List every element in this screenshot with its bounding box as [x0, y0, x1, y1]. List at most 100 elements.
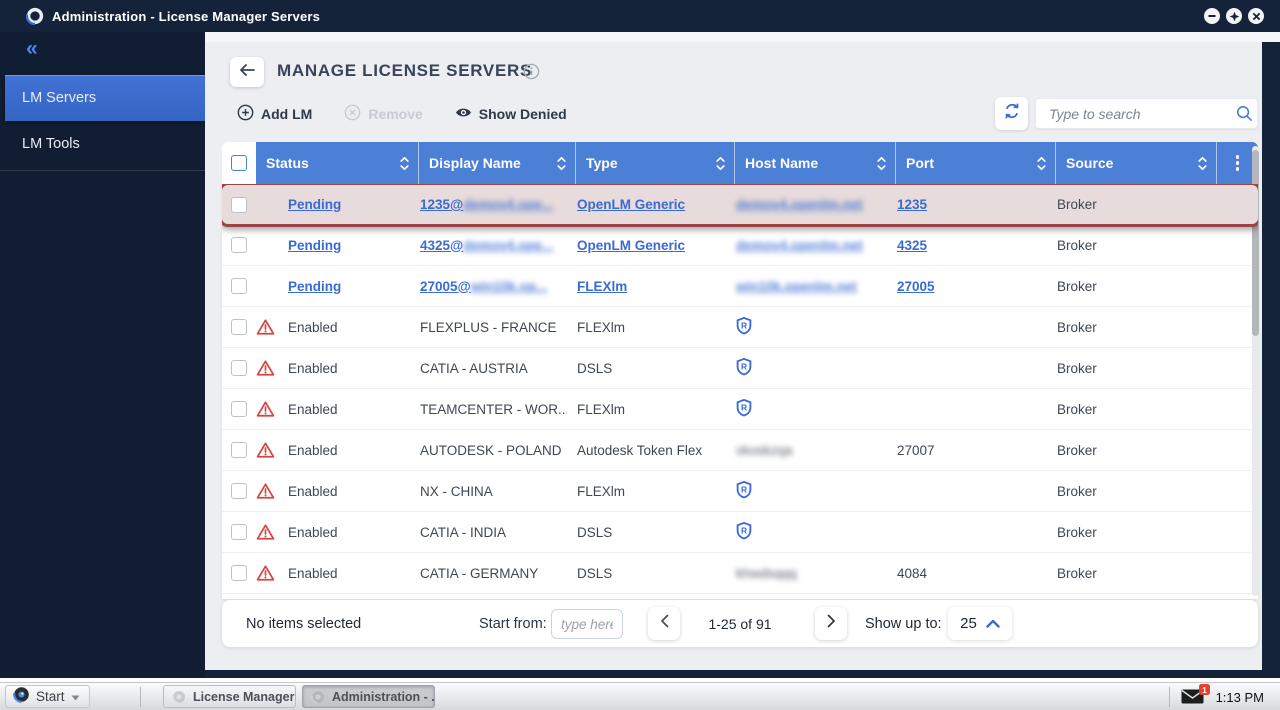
row-checkbox[interactable] — [231, 278, 247, 294]
column-header-host-name[interactable]: Host Name — [735, 142, 896, 184]
source-text: Broker — [1057, 525, 1097, 540]
start-button[interactable]: Start — [5, 685, 90, 708]
display-name-text[interactable]: 27005@win10k.op... — [420, 279, 547, 294]
page-size-select[interactable]: 25 — [948, 607, 1012, 640]
close-button[interactable] — [1248, 8, 1264, 24]
type-text[interactable]: FLEXlm — [577, 279, 627, 294]
minimize-button[interactable] — [1204, 8, 1220, 24]
status-text[interactable]: Pending — [288, 279, 341, 294]
table-row[interactable]: Pending 27005@win10k.op... FLEXlm win10k.op… — [222, 266, 1258, 307]
sidebar-item-label: LM Servers — [22, 90, 96, 106]
row-checkbox[interactable] — [231, 565, 247, 581]
add-lm-button[interactable]: Add LM — [237, 104, 312, 124]
row-checkbox[interactable] — [231, 319, 247, 335]
row-checkbox[interactable] — [231, 360, 247, 376]
taskbar-task-license-manager[interactable]: License Manager -... — [163, 685, 296, 708]
table-row[interactable]: EnabledAUTODESK - POLANDAutodesk Token F… — [222, 430, 1258, 471]
sidebar-item-lm-servers[interactable]: LM Servers — [5, 75, 205, 121]
type-text[interactable]: OpenLM Generic — [577, 197, 685, 212]
type-cell: FLEXlm — [567, 471, 726, 511]
host-name-cell: R — [726, 389, 887, 429]
column-header-status[interactable]: Status — [256, 142, 419, 184]
column-label: Display Name — [429, 155, 521, 171]
sort-icon[interactable] — [715, 155, 726, 172]
column-header-type[interactable]: Type — [576, 142, 735, 184]
display-name-text[interactable]: 4325@demov4.ope... — [420, 238, 553, 253]
row-checkbox[interactable] — [231, 483, 247, 499]
status-text: Enabled — [288, 402, 338, 417]
caret-down-icon — [71, 688, 80, 706]
status-text[interactable]: Pending — [288, 197, 341, 212]
display-name-text[interactable]: 1235@demov4.ope... — [420, 197, 553, 212]
app-logo-icon — [13, 686, 30, 708]
table-row[interactable]: Pending 4325@demov4.ope... OpenLM Generic d… — [222, 225, 1258, 266]
next-page-button[interactable] — [815, 607, 847, 640]
search-input[interactable] — [1036, 106, 1236, 122]
type-cell: DSLS — [567, 553, 726, 593]
collapse-sidebar-icon[interactable]: « — [26, 38, 38, 59]
port-cell: 4325 — [887, 225, 1047, 265]
display-name-main: CATIA - AUSTRIA — [420, 361, 528, 376]
row-checkbox[interactable] — [231, 401, 247, 417]
show-denied-button[interactable]: Show Denied — [455, 106, 567, 122]
row-checkbox[interactable] — [231, 442, 247, 458]
status-cell: Enabled — [247, 348, 410, 388]
table-row[interactable]: EnabledFLEXPLUS - FRANCEFLEXlmRBroker — [222, 307, 1258, 348]
start-from-input[interactable] — [551, 609, 623, 639]
sort-icon[interactable] — [556, 155, 567, 172]
info-icon[interactable] — [523, 63, 540, 85]
row-checkbox[interactable] — [231, 524, 247, 540]
status-cell: Enabled — [247, 471, 410, 511]
table-row[interactable]: EnabledCATIA - GERMANYDSLSkhwdsqqq4084Br… — [222, 553, 1258, 594]
type-text[interactable]: OpenLM Generic — [577, 238, 685, 253]
row-checkbox[interactable] — [231, 237, 247, 253]
search-icon[interactable] — [1236, 105, 1253, 122]
port-text[interactable]: 1235 — [897, 197, 927, 212]
table-row[interactable]: EnabledNX - CHINAFLEXlmRBroker — [222, 471, 1258, 512]
status-text[interactable]: Pending — [288, 238, 341, 253]
port-text[interactable]: 27005 — [897, 279, 935, 294]
port-text[interactable]: 4325 — [897, 238, 927, 253]
host-name-cell: demov4.openlm.net — [726, 185, 887, 224]
table-row[interactable]: EnabledCATIA - AUSTRIADSLSRBroker — [222, 348, 1258, 389]
scrollbar-thumb[interactable] — [1252, 150, 1259, 336]
table-row[interactable]: EnabledTEAMCENTER - WOR...FLEXlmRBroker — [222, 389, 1258, 430]
refresh-button[interactable] — [995, 97, 1028, 130]
column-header-display-name[interactable]: Display Name — [419, 142, 576, 184]
sort-icon[interactable] — [1036, 155, 1047, 172]
table-row[interactable]: EnabledCATIA - INDIADSLSRBroker — [222, 512, 1258, 553]
row-menu-cell — [1208, 512, 1249, 552]
port-text: 4084 — [897, 566, 927, 581]
remove-circle-icon — [344, 104, 361, 124]
mail-tray-button[interactable]: 1 — [1181, 689, 1204, 709]
maximize-button[interactable] — [1226, 8, 1242, 24]
status-cell: Enabled — [247, 512, 410, 552]
warning-icon — [256, 318, 275, 336]
sort-icon[interactable] — [876, 155, 887, 172]
sidebar-item-lm-tools[interactable]: LM Tools — [0, 121, 205, 167]
column-header-source[interactable]: Source — [1056, 142, 1217, 184]
row-menu-cell — [1208, 225, 1249, 265]
previous-page-button[interactable] — [648, 607, 680, 640]
source-cell: Broker — [1047, 348, 1208, 388]
task-label: Administration - ... — [332, 690, 435, 704]
host-name-text[interactable]: demov4.openlm.net — [736, 238, 863, 253]
type-text: DSLS — [577, 361, 612, 376]
source-cell: Broker — [1047, 389, 1208, 429]
source-text: Broker — [1057, 443, 1097, 458]
row-checkbox-cell — [222, 266, 247, 306]
sort-icon[interactable] — [1197, 155, 1208, 172]
display-name-main: CATIA - INDIA — [420, 525, 506, 540]
table-row[interactable]: Pending 1235@demov4.ope... OpenLM Generic d… — [222, 184, 1258, 227]
back-button[interactable] — [230, 57, 264, 87]
row-checkbox[interactable] — [231, 197, 247, 213]
type-cell: FLEXlm — [567, 389, 726, 429]
port-cell: 27007 — [887, 430, 1047, 470]
remove-button[interactable]: Remove — [344, 104, 422, 124]
host-name-text[interactable]: win10k.openlm.net — [736, 279, 857, 294]
sort-icon[interactable] — [399, 155, 410, 172]
taskbar-task-administration[interactable]: Administration - ... — [302, 685, 435, 708]
column-header-port[interactable]: Port — [896, 142, 1056, 184]
host-name-text[interactable]: demov4.openlm.net — [736, 197, 863, 212]
select-all-checkbox[interactable] — [231, 155, 247, 171]
